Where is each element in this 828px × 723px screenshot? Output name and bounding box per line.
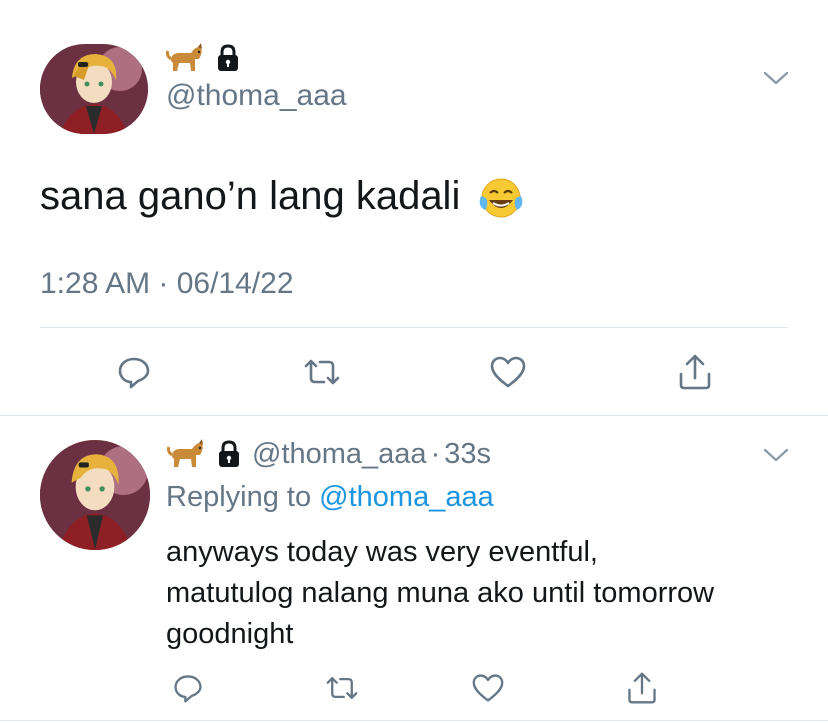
like-icon[interactable] bbox=[470, 670, 506, 706]
main-tweet-actions bbox=[0, 350, 828, 394]
face-with-tears-of-joy-icon bbox=[480, 178, 523, 218]
reply-header: @thoma_aaa · 33s bbox=[166, 434, 491, 474]
dog-emoji-icon bbox=[165, 43, 202, 71]
share-icon[interactable] bbox=[675, 350, 715, 394]
avatar[interactable] bbox=[40, 44, 148, 134]
section-divider bbox=[0, 415, 828, 416]
user-badges bbox=[165, 40, 241, 76]
reply-text-line: matutulog nalang muna ako until tomorrow bbox=[166, 577, 715, 609]
avatar-image bbox=[40, 440, 150, 550]
reply-chevron-down-icon[interactable] bbox=[760, 444, 792, 466]
reply-text: anyways today was very eventful, matutul… bbox=[166, 532, 714, 655]
dog-emoji-icon bbox=[166, 439, 203, 467]
retweet-icon[interactable] bbox=[322, 670, 362, 706]
reply-separator: · bbox=[430, 437, 441, 470]
chevron-down-icon[interactable] bbox=[760, 66, 792, 90]
reply-time[interactable]: 33s bbox=[444, 438, 491, 471]
like-icon[interactable] bbox=[488, 352, 528, 392]
timestamp[interactable]: 1:28 AM · 06/14/22 bbox=[40, 266, 294, 302]
reply-avatar[interactable] bbox=[40, 440, 150, 550]
tweet-text-body: sana gano’n lang kadali bbox=[40, 174, 461, 218]
lock-icon bbox=[219, 440, 239, 467]
retweet-icon[interactable] bbox=[300, 352, 344, 392]
bottom-divider bbox=[0, 720, 828, 721]
handle[interactable]: @thoma_aaa bbox=[166, 78, 347, 114]
replying-to-prefix: Replying to bbox=[166, 481, 312, 513]
replying-to: Replying to @thoma_aaa bbox=[166, 480, 494, 514]
lock-icon bbox=[218, 44, 238, 71]
reply-icon[interactable] bbox=[114, 352, 154, 392]
reply-tweet-actions bbox=[0, 668, 828, 708]
reply-handle[interactable]: @thoma_aaa bbox=[252, 438, 427, 471]
share-icon[interactable] bbox=[624, 668, 660, 708]
divider bbox=[40, 327, 788, 328]
reply-text-line: goodnight bbox=[166, 618, 294, 650]
replying-to-handle[interactable]: @thoma_aaa bbox=[319, 481, 494, 513]
reply-text-line: anyways today was very eventful, bbox=[166, 536, 598, 568]
tweet-text: sana gano’n lang kadali bbox=[40, 170, 525, 222]
avatar-image bbox=[40, 44, 148, 134]
reply-icon[interactable] bbox=[170, 670, 206, 706]
